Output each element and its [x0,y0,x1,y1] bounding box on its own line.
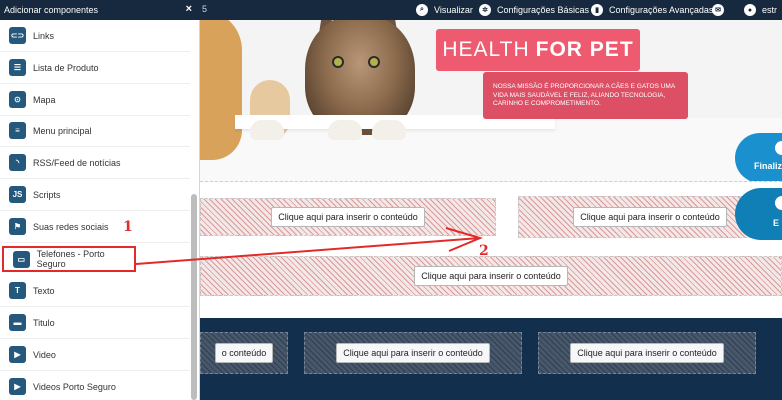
sidebar-item-label: Texto [33,285,55,296]
mail-icon: ✉ [712,4,724,16]
annotation-number-1: 1 [123,219,133,235]
page-canvas: HEALTH FOR PET NOSSA MISSÃO É PROPORCION… [200,20,782,400]
content-area: Clique aqui para inserir o conteúdo Cliq… [200,182,782,316]
sidebar-item-scripts[interactable]: JS Scripts [0,179,190,211]
sidebar-item-suas-redes-sociais[interactable]: ⚑ Suas redes sociais [0,211,190,243]
finalize-button[interactable]: Finaliz [735,133,782,181]
sidebar-header: Adicionar componentes × [0,0,200,20]
text-icon: T [9,282,26,299]
document-icon: ▮ [591,4,603,16]
sidebar-item-lista-de-produto[interactable]: ☰ Lista de Produto [0,52,190,84]
sidebar-item-texto[interactable]: T Texto [0,275,190,307]
map-pin-icon: ⊙ [9,91,26,108]
js-icon: JS [9,186,26,203]
sidebar-item-label: Suas redes sociais [33,221,109,232]
sidebar-item-rss-feed-de-not-cias[interactable]: ◝ RSS/Feed de notícias [0,147,190,179]
insert-content-button[interactable]: Clique aqui para inserir o conteúdo [573,207,727,227]
sidebar-item-label: Scripts [33,189,61,200]
sidebar-scrollbar[interactable] [191,194,197,400]
preview-label: Visualizar [434,5,473,15]
sidebar-item-label: Links [33,30,55,41]
user-name: estr [762,5,778,15]
basic-settings-button[interactable]: ✲ Configurações Básicas [479,0,589,20]
sidebar-item-mapa[interactable]: ⊙ Mapa [0,84,190,116]
dog-image [200,20,242,160]
topbar-number: 5 [202,4,208,14]
sidebar-item-video[interactable]: ▶ Video [0,339,190,371]
messages-button[interactable]: ✉ [712,0,730,20]
annotation-number-2: 2 [479,243,489,259]
mission-text: NOSSA MISSÃO É PROPORCIONAR A CÃES E GAT… [483,72,688,119]
app-root: 5 ⌕ Visualizar ✲ Configurações Básicas ▮… [0,0,782,400]
video-icon: ▶ [9,346,26,363]
sidebar-item-titulo[interactable]: ▬ Titulo [0,307,190,339]
insert-content-button[interactable]: Clique aqui para inserir o conteúdo [570,343,724,363]
insert-content-button[interactable]: o conteúdo [214,343,274,363]
gear-icon: ✲ [479,4,491,16]
brand-logo: HEALTH FOR PET [436,29,640,71]
sidebar-item-label: Telefones - Porto Seguro [36,249,105,269]
list-icon: ☰ [9,59,26,76]
content-slot[interactable]: Clique aqui para inserir o conteúdo [538,332,756,374]
close-icon[interactable]: × [186,3,192,15]
phone-screen-icon: ▭ [13,250,30,268]
insert-content-button[interactable]: Clique aqui para inserir o conteúdo [414,266,568,286]
insert-content-button[interactable]: Clique aqui para inserir o conteúdo [336,343,490,363]
circle-icon [775,196,782,210]
basic-settings-label: Configurações Básicas [497,5,590,15]
sidebar-item-telefones-porto-seguro[interactable]: ▭ Telefones - Porto Seguro [2,246,136,272]
components-sidebar: Adicionar componentes × ⊂⊃ Links ☰ Lista de… [0,0,200,400]
search-icon: ⌕ [416,4,428,16]
content-slot[interactable]: Clique aqui para inserir o conteúdo [304,332,522,374]
insert-content-button[interactable]: Clique aqui para inserir o conteúdo [271,207,425,227]
video-list-icon: ▶ [9,378,26,395]
sidebar-item-label: Video [33,349,56,360]
sidebar-item-label: Menu principal [33,125,92,136]
content-slot[interactable]: Clique aqui para inserir o conteúdo [200,198,496,236]
rss-icon: ◝ [9,154,26,171]
circle-icon [775,141,782,155]
title-icon: ▬ [9,314,26,331]
sidebar-title: Adicionar componentes [4,5,99,15]
sidebar-item-menu-principal[interactable]: ≡ Menu principal [0,115,190,147]
content-slot[interactable]: o conteúdo [200,332,288,374]
flag-icon: ⚑ [9,218,26,235]
menu-icon: ≡ [9,122,26,139]
user-menu[interactable]: ● estr [744,0,777,20]
link-icon: ⊂⊃ [9,27,26,44]
footer-section: o conteúdo Clique aqui para inserir o co… [200,318,782,400]
sidebar-item-label: Lista de Produto [33,62,99,73]
sidebar-item-videos-porto-seguro[interactable]: ▶ Videos Porto Seguro [0,371,190,400]
advanced-settings-label: Configurações Avançadas [609,5,714,15]
sidebar-item-label: Videos Porto Seguro [33,381,116,392]
hero-banner: HEALTH FOR PET NOSSA MISSÃO É PROPORCION… [200,20,782,182]
user-icon: ● [744,4,756,16]
advanced-settings-button[interactable]: ▮ Configurações Avançadas [591,0,713,20]
secondary-cta-button[interactable]: E [735,188,782,240]
sidebar-item-label: Mapa [33,94,56,105]
preview-button[interactable]: ⌕ Visualizar [416,0,473,20]
sidebar-item-links[interactable]: ⊂⊃ Links [0,20,190,52]
sidebar-item-label: Titulo [33,317,55,328]
content-slot-wide[interactable]: Clique aqui para inserir o conteúdo [200,256,782,296]
sidebar-item-label: RSS/Feed de notícias [33,157,121,168]
